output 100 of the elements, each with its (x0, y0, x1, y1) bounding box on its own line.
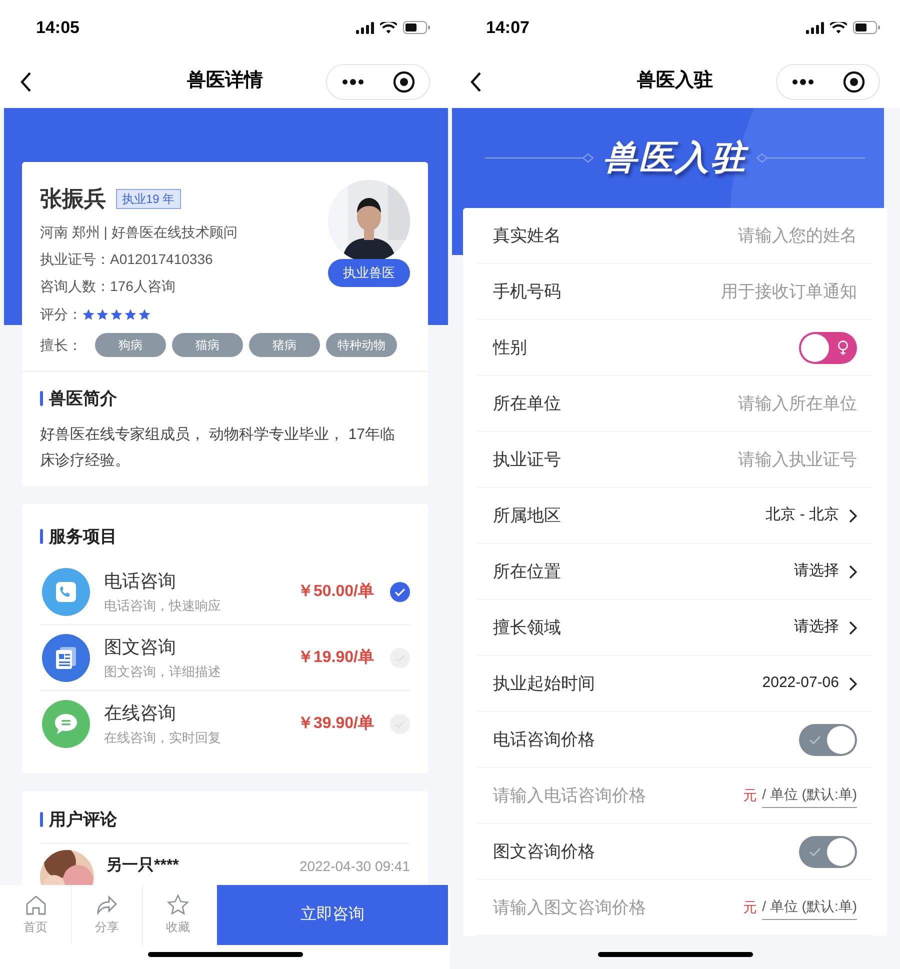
toggle-switch[interactable] (799, 836, 857, 868)
service-subtitle: 电话咨询，快速响应 (104, 598, 222, 614)
close-icon[interactable] (842, 70, 864, 92)
select-field[interactable]: 2022-07-06 (762, 672, 857, 695)
battery-icon (853, 21, 880, 34)
title-bar-mark (40, 391, 43, 406)
info-line: 河南 郑州 | 好兽医在线技术顾问 (40, 223, 238, 242)
more-icon[interactable] (342, 78, 364, 84)
check-icon[interactable] (390, 582, 410, 602)
back-icon[interactable] (470, 70, 482, 92)
field-label: 手机号码 (493, 280, 561, 303)
toggle-switch[interactable] (799, 724, 857, 756)
field-label: 电话咨询价格 (493, 728, 595, 751)
field-label: 所属地区 (493, 504, 561, 527)
service-subtitle: 图文咨询，详细描述 (104, 664, 222, 680)
specialty-tag: 猪病 (249, 333, 320, 357)
share-icon (96, 894, 118, 914)
input-field[interactable]: 用于接收订单通知 (667, 278, 857, 304)
back-icon[interactable] (20, 70, 32, 92)
wifi-icon (830, 22, 847, 34)
select-field[interactable]: 北京 - 北京 (766, 504, 857, 527)
service-title: 在线咨询 (104, 702, 177, 724)
section-title: 兽医简介 (49, 388, 117, 410)
phone-icon (42, 568, 90, 616)
status-time: 14:05 (36, 16, 80, 39)
star-icon (124, 308, 137, 321)
star-icon (110, 308, 123, 321)
service-price: ￥50.00/单 (298, 582, 374, 602)
chevron-right-icon (849, 620, 857, 634)
field-label: 所在位置 (493, 560, 561, 583)
field-label: 真实姓名 (493, 224, 561, 247)
gender-switch[interactable] (799, 332, 857, 364)
page-title: 兽医入驻 (637, 68, 713, 94)
consult-button[interactable]: 立即咨询 (217, 885, 448, 945)
comment-time: 2022-04-30 09:41 (299, 856, 410, 876)
check-icon (809, 734, 821, 744)
signal-icon (356, 22, 374, 34)
status-time: 14:07 (486, 16, 530, 39)
intro-text: 好兽医在线专家组成员， 动物科学专业毕业， 17年临床诊疗经验。 (40, 424, 396, 470)
select-field[interactable]: 请选择 (794, 560, 857, 583)
service-title: 图文咨询 (104, 636, 177, 658)
title-bar-mark (40, 812, 43, 828)
rating-label: 评分： (40, 305, 82, 324)
input-field[interactable]: 请输入电话咨询价格 (493, 782, 683, 808)
title-bar-mark (40, 528, 43, 544)
banner-title: 兽医入驻 (603, 138, 747, 178)
battery-icon (403, 21, 430, 34)
currency-label: 元 (743, 786, 758, 805)
chevron-right-icon (849, 564, 857, 578)
unit-field[interactable]: / 单位 (默认:单) (762, 896, 857, 920)
input-field[interactable]: 请输入图文咨询价格 (493, 894, 683, 920)
check-icon[interactable] (390, 714, 410, 734)
capsule-menu[interactable] (326, 64, 430, 100)
page-title: 兽医详情 (187, 68, 263, 94)
info-line: 咨询人数：176人咨询 (40, 277, 176, 296)
specialty-tag: 狗病 (95, 333, 166, 357)
divider-ornament-icon (755, 153, 865, 163)
check-icon[interactable] (390, 648, 410, 668)
input-field[interactable]: 请输入所在单位 (667, 390, 857, 416)
chevron-right-icon (849, 676, 857, 690)
input-field[interactable]: 请输入您的姓名 (667, 222, 857, 248)
divider-ornament-icon (485, 153, 595, 163)
field-label: 擅长领域 (493, 616, 561, 639)
field-label: 图文咨询价格 (493, 840, 595, 863)
check-icon (809, 846, 821, 856)
field-label: 执业证号 (493, 448, 561, 471)
star-icon (138, 308, 151, 321)
role-badge: 执业兽医 (328, 259, 410, 287)
service-item[interactable]: 电话咨询 电话咨询，快速响应 ￥50.00/单 (40, 559, 410, 625)
service-item[interactable]: 在线咨询 在线咨询，实时回复 ￥39.90/单 (40, 691, 410, 757)
specialty-tag: 特种动物 (326, 333, 397, 357)
input-field[interactable]: 请输入执业证号 (667, 446, 857, 472)
field-label: 执业起始时间 (493, 672, 595, 695)
doctor-name: 张振兵 (40, 185, 106, 213)
experience-badge: 执业19 年 (116, 188, 181, 208)
info-line: 执业证号：A012017410336 (40, 250, 214, 269)
select-field[interactable]: 请选择 (794, 616, 857, 639)
more-icon[interactable] (792, 78, 814, 84)
service-price: ￥19.90/单 (298, 648, 374, 668)
field-label: 性别 (493, 336, 527, 359)
service-title: 电话咨询 (104, 570, 177, 592)
capsule-menu[interactable] (776, 64, 880, 100)
star-icon (82, 308, 95, 321)
section-title: 用户评论 (49, 809, 117, 831)
service-item[interactable]: 图文咨询 图文咨询，详细描述 ￥19.90/单 (40, 625, 410, 691)
comment-user: 另一只**** (106, 856, 179, 876)
star-icon (96, 308, 109, 321)
specialty-tag: 猫病 (172, 333, 243, 357)
specialty-label: 擅长： (40, 336, 83, 354)
close-icon[interactable] (392, 70, 414, 92)
wifi-icon (380, 22, 397, 34)
chat-bubble-icon (42, 700, 90, 748)
signal-icon (806, 22, 824, 34)
document-icon (42, 634, 90, 682)
star-icon (167, 894, 189, 915)
chevron-right-icon (849, 508, 857, 522)
service-price: ￥39.90/单 (298, 714, 374, 734)
field-label: 所在单位 (493, 392, 561, 415)
service-subtitle: 在线咨询，实时回复 (104, 730, 222, 746)
unit-field[interactable]: / 单位 (默认:单) (762, 784, 857, 808)
